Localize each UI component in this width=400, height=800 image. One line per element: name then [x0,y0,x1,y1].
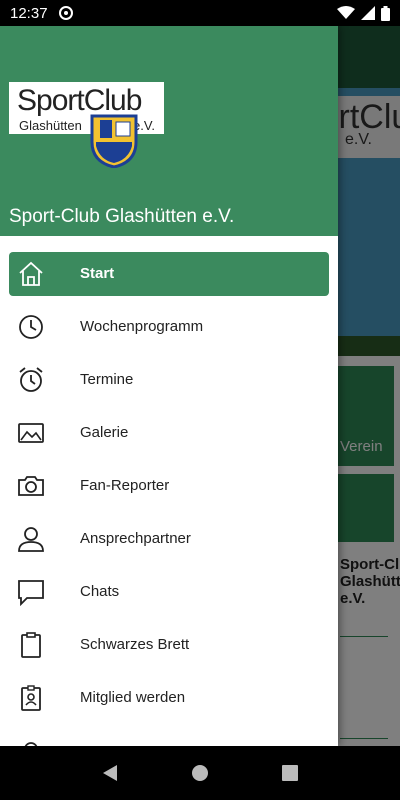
recents-icon[interactable] [281,764,299,782]
menu-item-start[interactable]: Start [9,252,329,296]
cellular-signal-icon [361,6,375,20]
menu-item-fan-reporter[interactable]: Fan-Reporter [9,464,329,508]
menu-item-mitglied-werden[interactable]: Mitglied werden [9,676,329,720]
menu-item-ansprechpartner[interactable]: Ansprechpartner [9,517,329,561]
battery-icon [381,5,390,21]
sync-status-icon [58,6,73,20]
status-bar: 12:37 [0,0,400,26]
menu-item-label: Chats [80,583,120,600]
menu-item-label: Start [80,265,115,282]
alarm-clock-icon [19,367,43,392]
back-icon[interactable] [101,764,119,782]
menu-item-label: Termine [80,371,134,388]
menu-item-label: Wochenprogramm [80,318,204,335]
menu-item-termine[interactable]: Termine [9,358,329,402]
home-button-icon[interactable] [191,764,209,782]
camera-icon [18,476,44,496]
menu-item-schwarzes-brett[interactable]: Schwarzes Brett [9,623,329,667]
drawer-header: SportClub Glashütten e.V. Sport-Club Gla… [0,26,338,236]
menu-item-label: Galerie [80,424,129,441]
menu-item-label: Schwarzes Brett [80,636,190,653]
menu-item-label: Mitglied werden [80,689,186,706]
search-icon [24,742,38,746]
menu-item-label: Ansprechpartner [80,530,191,547]
clipboard-icon [21,632,41,658]
system-navigation-bar [0,746,400,800]
menu-item-chats[interactable]: Chats [9,570,329,614]
person-icon [18,527,44,552]
menu-item-label: Fan-Reporter [80,477,170,494]
badge-icon [21,685,41,711]
menu-item-partial[interactable] [9,729,329,746]
drawer-title: Sport-Club Glashütten e.V. [9,206,235,227]
club-crest-icon [90,114,138,168]
navigation-drawer: SportClub Glashütten e.V. Sport-Club Gla… [0,26,338,746]
club-logo: SportClub Glashütten e.V. [9,82,164,134]
chat-icon [18,580,44,606]
menu-item-galerie[interactable]: Galerie [9,411,329,455]
logo-place: Glashütten [19,118,82,133]
home-icon [19,261,43,286]
image-icon [18,423,44,443]
status-time: 12:37 [10,4,48,22]
menu-item-wochenprogramm[interactable]: Wochenprogramm [9,305,329,349]
wifi-icon [337,6,355,19]
clock-icon [19,315,43,339]
